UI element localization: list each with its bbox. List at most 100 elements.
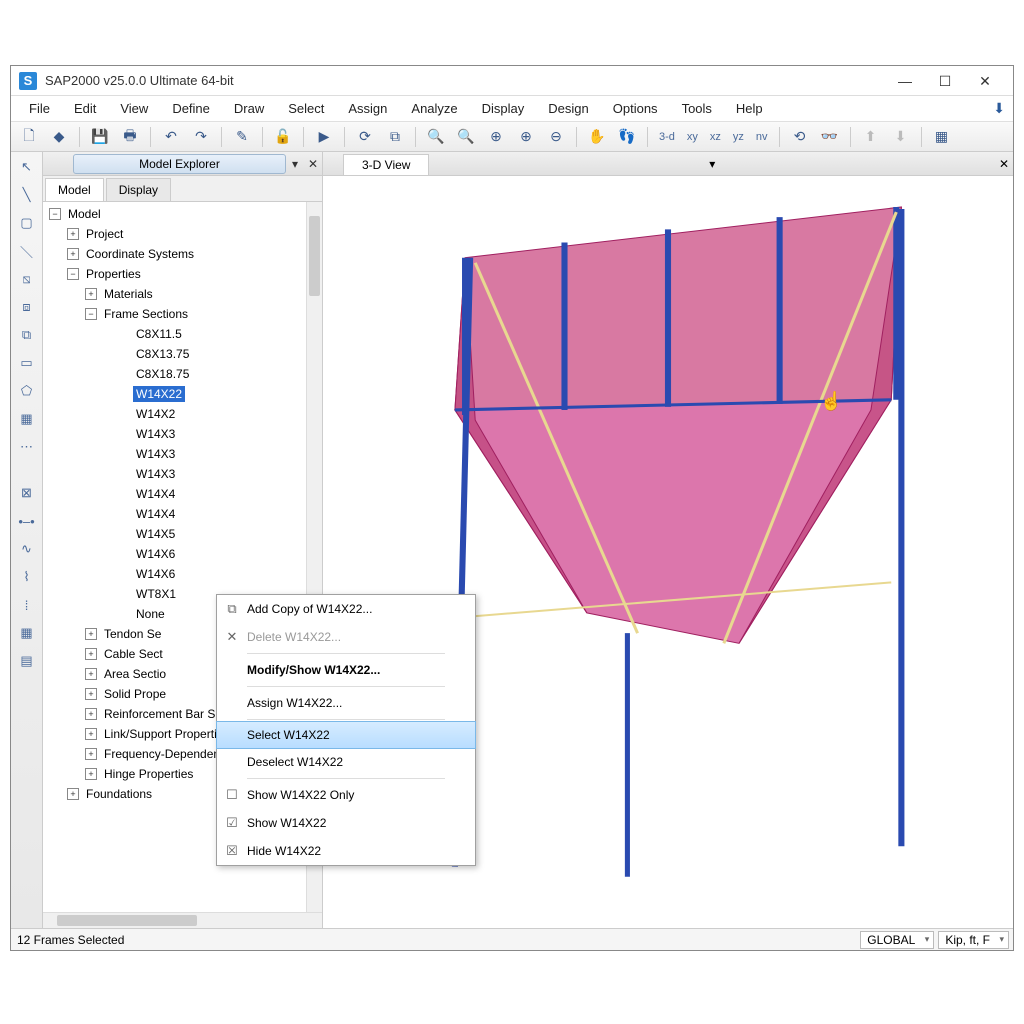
new-icon[interactable]: 🗋 — [17, 125, 41, 149]
draw-frame-icon[interactable]: ⧅ — [16, 268, 38, 290]
coord-system-dropdown[interactable]: GLOBAL — [860, 931, 934, 949]
tree-project[interactable]: +Project — [43, 224, 322, 244]
zoom-in-icon[interactable]: ⊕ — [514, 125, 538, 149]
zoom-extents-icon[interactable]: ⊕ — [484, 125, 508, 149]
tree-fs-item[interactable]: W14X6 — [43, 544, 322, 564]
ctx-show-only[interactable]: ☐Show W14X22 Only — [217, 781, 475, 809]
walk-icon[interactable]: 👣 — [615, 125, 639, 149]
tree-scrollbar-horizontal[interactable] — [43, 912, 322, 928]
menu-assign[interactable]: Assign — [336, 101, 399, 116]
node-icon[interactable]: •–• — [16, 510, 38, 532]
tree-coord[interactable]: +Coordinate Systems — [43, 244, 322, 264]
tree-fs-item[interactable]: W14X5 — [43, 524, 322, 544]
pencil-icon[interactable]: ✎ — [230, 125, 254, 149]
box-icon[interactable]: ⧉ — [383, 125, 407, 149]
open-icon[interactable]: ◆ — [47, 125, 71, 149]
menu-edit[interactable]: Edit — [62, 101, 108, 116]
grid-icon[interactable]: ▦ — [16, 622, 38, 644]
panel-close-icon[interactable]: ✕ — [304, 157, 322, 171]
print-icon[interactable]: 🖶 — [118, 125, 142, 149]
menu-select[interactable]: Select — [276, 101, 336, 116]
zoom-window-icon[interactable]: 🔍 — [424, 125, 448, 149]
tree-fs-item[interactable]: C8X13.75 — [43, 344, 322, 364]
rect-select-icon[interactable]: ▢ — [16, 212, 38, 234]
tree-fs-item[interactable]: W14X4 — [43, 504, 322, 524]
menu-design[interactable]: Design — [536, 101, 600, 116]
download-icon[interactable]: ⬇ — [993, 100, 1005, 117]
curve-icon[interactable]: ⌇ — [16, 566, 38, 588]
view-xz-button[interactable]: xz — [707, 125, 724, 149]
menu-help[interactable]: Help — [724, 101, 775, 116]
view-pin-icon[interactable]: ▾ — [703, 157, 721, 171]
menu-display[interactable]: Display — [470, 101, 537, 116]
up-icon[interactable]: ⬆ — [859, 125, 883, 149]
ctx-modify[interactable]: Modify/Show W14X22... — [217, 656, 475, 684]
view-xy-button[interactable]: xy — [684, 125, 701, 149]
menu-file[interactable]: File — [17, 101, 62, 116]
tree-fs-item[interactable]: C8X18.75 — [43, 364, 322, 384]
draw-area-icon[interactable]: ▭ — [16, 352, 38, 374]
pan-icon[interactable]: ✋ — [585, 125, 609, 149]
tree-fs-item[interactable]: W14X3 — [43, 424, 322, 444]
tree-fs-item[interactable]: W14X3 — [43, 464, 322, 484]
tree-root[interactable]: −Model — [43, 204, 322, 224]
hatch-icon[interactable]: ▤ — [16, 650, 38, 672]
run-icon[interactable]: ▶ — [312, 125, 336, 149]
cross-icon[interactable]: ⊠ — [16, 482, 38, 504]
ctx-add-copy[interactable]: ⧉Add Copy of W14X22... — [217, 595, 475, 623]
menu-draw[interactable]: Draw — [222, 101, 276, 116]
menu-analyze[interactable]: Analyze — [399, 101, 469, 116]
units-dropdown[interactable]: Kip, ft, F — [938, 931, 1009, 949]
ctx-hide[interactable]: ☒Hide W14X22 — [217, 837, 475, 865]
refresh-icon[interactable]: ⟳ — [353, 125, 377, 149]
view-3d-button[interactable]: 3-d — [656, 125, 678, 149]
lock-icon[interactable]: 🔓 — [271, 125, 295, 149]
spring-icon[interactable]: ∿ — [16, 538, 38, 560]
zoom-prev-icon[interactable]: 🔍 — [454, 125, 478, 149]
misc-icon[interactable]: ⁞ — [16, 594, 38, 616]
ctx-show[interactable]: ☑Show W14X22 — [217, 809, 475, 837]
tree-fs-item[interactable]: W14X2 — [43, 404, 322, 424]
zoom-out-icon[interactable]: ⊖ — [544, 125, 568, 149]
down-icon[interactable]: ⬇ — [889, 125, 913, 149]
tab-model[interactable]: Model — [45, 178, 104, 201]
rotate-icon[interactable]: ⟲ — [788, 125, 812, 149]
ctx-deselect[interactable]: Deselect W14X22 — [217, 748, 475, 776]
redo-icon[interactable]: ↷ — [189, 125, 213, 149]
pointer-icon[interactable]: ↖ — [16, 156, 38, 178]
save-icon[interactable]: 💾 — [88, 125, 112, 149]
menu-tools[interactable]: Tools — [670, 101, 724, 116]
ctx-delete[interactable]: ✕Delete W14X22... — [217, 623, 475, 651]
close-button[interactable]: ✕ — [965, 68, 1005, 94]
tree-materials[interactable]: +Materials — [43, 284, 322, 304]
view-nv-button[interactable]: nv — [753, 125, 771, 149]
panel-pin-icon[interactable]: ▾ — [286, 157, 304, 171]
perspective-icon[interactable]: 👓 — [818, 125, 842, 149]
menu-options[interactable]: Options — [601, 101, 670, 116]
menu-view[interactable]: View — [108, 101, 160, 116]
tree-properties[interactable]: −Properties — [43, 264, 322, 284]
undo-icon[interactable]: ↶ — [159, 125, 183, 149]
view-yz-button[interactable]: yz — [730, 125, 747, 149]
view-close-icon[interactable]: ✕ — [995, 157, 1013, 171]
tree-frame-sections[interactable]: −Frame Sections — [43, 304, 322, 324]
tab-display[interactable]: Display — [106, 178, 171, 201]
tree-fs-item[interactable]: W14X4 — [43, 484, 322, 504]
draw-grid-icon[interactable]: ▦ — [16, 408, 38, 430]
tree-fs-item[interactable]: C8X11.5 — [43, 324, 322, 344]
ctx-assign[interactable]: Assign W14X22... — [217, 689, 475, 717]
maximize-button[interactable]: ☐ — [925, 68, 965, 94]
tool-icon[interactable]: ⋯ — [16, 436, 38, 458]
draw-beam-icon[interactable]: ⧈ — [16, 296, 38, 318]
view-tab-3d[interactable]: 3-D View — [343, 154, 429, 175]
tree-fs-item-selected[interactable]: W14X22 — [43, 384, 322, 404]
draw-brace-icon[interactable]: ⧉ — [16, 324, 38, 346]
tree-fs-item[interactable]: W14X3 — [43, 444, 322, 464]
display-options-icon[interactable]: ▦ — [930, 125, 954, 149]
draw-poly-icon[interactable]: ⬠ — [16, 380, 38, 402]
minimize-button[interactable]: — — [885, 68, 925, 94]
tree-fs-item[interactable]: W14X6 — [43, 564, 322, 584]
line-icon[interactable]: ╲ — [16, 184, 38, 206]
menu-define[interactable]: Define — [160, 101, 222, 116]
ctx-select[interactable]: Select W14X22 — [216, 721, 476, 749]
